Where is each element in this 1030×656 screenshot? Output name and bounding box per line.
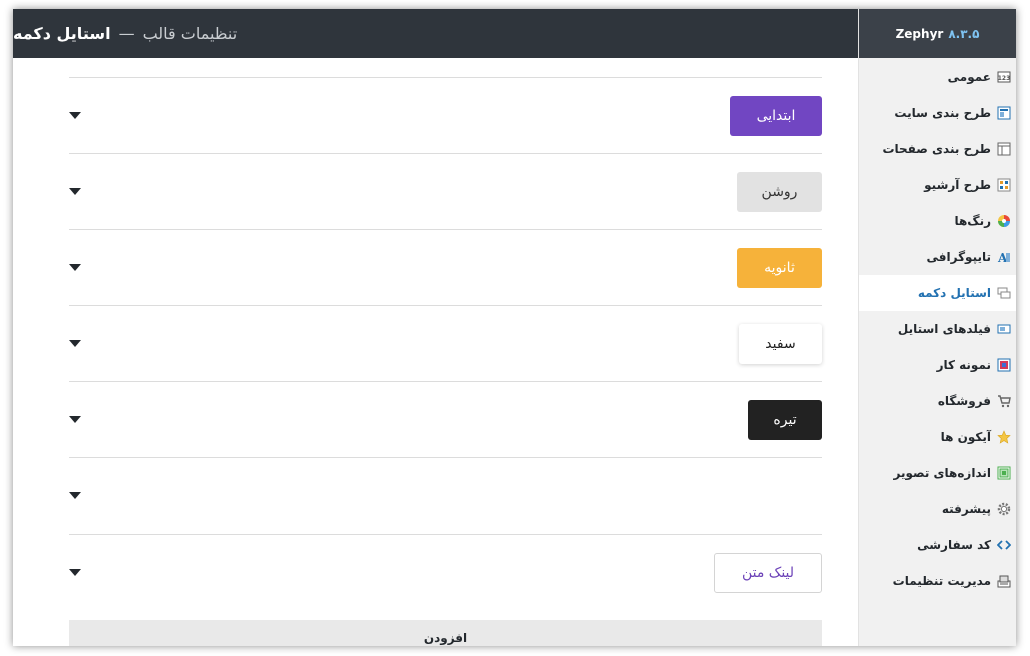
- button-row-light: روشن: [69, 153, 822, 229]
- sidebar-item-colors[interactable]: رنگ‌ها: [859, 203, 1016, 239]
- sidebar-item-page-layout[interactable]: طرح بندی صفحات: [859, 131, 1016, 167]
- sidebar-item-general[interactable]: 123 عمومی: [859, 59, 1016, 95]
- code-icon: [997, 538, 1011, 552]
- page-layout-icon: [997, 142, 1011, 156]
- expand-empty-chevron-icon[interactable]: [69, 492, 81, 499]
- page-header: تنظیمات قالب — استایل دکمه: [13, 9, 858, 58]
- primary-button-preview[interactable]: ابتدایی: [730, 96, 822, 136]
- expand-light-chevron-icon[interactable]: [69, 188, 81, 195]
- cart-icon: [997, 394, 1011, 408]
- style-fields-icon: [997, 322, 1011, 336]
- button-row-dark: تیره: [69, 381, 822, 457]
- typography-icon: A: [997, 250, 1011, 264]
- sidebar-item-advanced[interactable]: پیشرفته: [859, 491, 1016, 527]
- button-style-panel: ابتدایی روشن ثانویه سفید تیره لینک متن ا…: [69, 58, 822, 646]
- settings-manager-icon: [997, 574, 1011, 588]
- button-style-icon: [997, 286, 1011, 300]
- light-button-preview[interactable]: روشن: [737, 172, 822, 212]
- button-row-empty: [69, 457, 822, 533]
- sidebar-item-style-fields[interactable]: فیلدهای استایل: [859, 311, 1016, 347]
- button-row-primary: ابتدایی: [69, 77, 822, 153]
- brand: Zephyr ۸.۳.۵: [859, 9, 1016, 58]
- brand-name: Zephyr: [895, 26, 944, 41]
- dark-button-preview[interactable]: تیره: [748, 400, 822, 440]
- color-wheel-icon: [997, 214, 1011, 228]
- sidebar-item-site-layout[interactable]: طرح بندی سایت: [859, 95, 1016, 131]
- add-button-style[interactable]: افزودن: [69, 620, 822, 646]
- sidebar-item-label: مدیریت تنظیمات: [892, 574, 991, 588]
- button-row-link: لینک متن: [69, 534, 822, 610]
- sidebar-item-button-style[interactable]: استایل دکمه: [859, 275, 1016, 311]
- expand-link-chevron-icon[interactable]: [69, 569, 81, 576]
- gear-icon: [997, 502, 1011, 516]
- sidebar-item-label: طرح آرشیو: [924, 178, 991, 192]
- sidebar-item-settings-manager[interactable]: مدیریت تنظیمات: [859, 563, 1016, 599]
- star-icon: [997, 430, 1011, 444]
- button-row-white: سفید: [69, 305, 822, 381]
- sidebar-item-label: طرح بندی سایت: [894, 106, 991, 120]
- sidebar-item-label: کد سفارشی: [917, 538, 991, 552]
- link-button-preview[interactable]: لینک متن: [714, 553, 822, 593]
- expand-primary-chevron-icon[interactable]: [69, 112, 81, 119]
- button-row-secondary: ثانویه: [69, 229, 822, 305]
- sidebar-item-icons[interactable]: آیکون ها: [859, 419, 1016, 455]
- expand-secondary-chevron-icon[interactable]: [69, 264, 81, 271]
- sidebar-item-label: عمومی: [947, 70, 991, 84]
- sidebar-nav: 123 عمومی طرح بندی سایت طرح بندی صفحات ط…: [859, 58, 1016, 599]
- sidebar-item-label: استایل دکمه: [917, 286, 991, 300]
- sidebar: Zephyr ۸.۳.۵ 123 عمومی طرح بندی سایت طرح…: [858, 9, 1016, 646]
- sidebar-item-archive[interactable]: طرح آرشیو: [859, 167, 1016, 203]
- sidebar-item-portfolio[interactable]: نمونه کار: [859, 347, 1016, 383]
- sidebar-item-custom-code[interactable]: کد سفارشی: [859, 527, 1016, 563]
- general-icon: 123: [997, 70, 1011, 84]
- sidebar-item-shop[interactable]: فروشگاه: [859, 383, 1016, 419]
- sidebar-item-label: اندازه‌های تصویر: [893, 466, 991, 480]
- settings-window: تنظیمات قالب — استایل دکمه Zephyr ۸.۳.۵ …: [13, 9, 1016, 646]
- sidebar-item-label: فیلدهای استایل: [897, 322, 991, 336]
- page-title: تنظیمات قالب: [142, 24, 238, 43]
- sidebar-item-image-sizes[interactable]: اندازه‌های تصویر: [859, 455, 1016, 491]
- sidebar-item-label: نمونه کار: [936, 358, 991, 372]
- brand-version: ۸.۳.۵: [948, 26, 980, 41]
- page-subtitle: استایل دکمه: [13, 24, 111, 43]
- sidebar-item-label: رنگ‌ها: [954, 214, 991, 228]
- sidebar-item-label: طرح بندی صفحات: [882, 142, 991, 156]
- image-sizes-icon: [997, 466, 1011, 480]
- sidebar-item-label: فروشگاه: [937, 394, 991, 408]
- archive-icon: [997, 178, 1011, 192]
- expand-dark-chevron-icon[interactable]: [69, 416, 81, 423]
- white-button-preview[interactable]: سفید: [739, 324, 822, 364]
- sidebar-item-label: آیکون ها: [940, 430, 991, 444]
- expand-white-chevron-icon[interactable]: [69, 340, 81, 347]
- sidebar-item-label: پیشرفته: [941, 502, 991, 516]
- secondary-button-preview[interactable]: ثانویه: [737, 248, 822, 288]
- sidebar-item-typography[interactable]: A تایپوگرافی: [859, 239, 1016, 275]
- title-separator: —: [118, 24, 135, 43]
- svg-text:123: 123: [998, 75, 1011, 82]
- sidebar-item-label: تایپوگرافی: [926, 250, 992, 264]
- site-layout-icon: [997, 106, 1011, 120]
- portfolio-icon: [997, 358, 1011, 372]
